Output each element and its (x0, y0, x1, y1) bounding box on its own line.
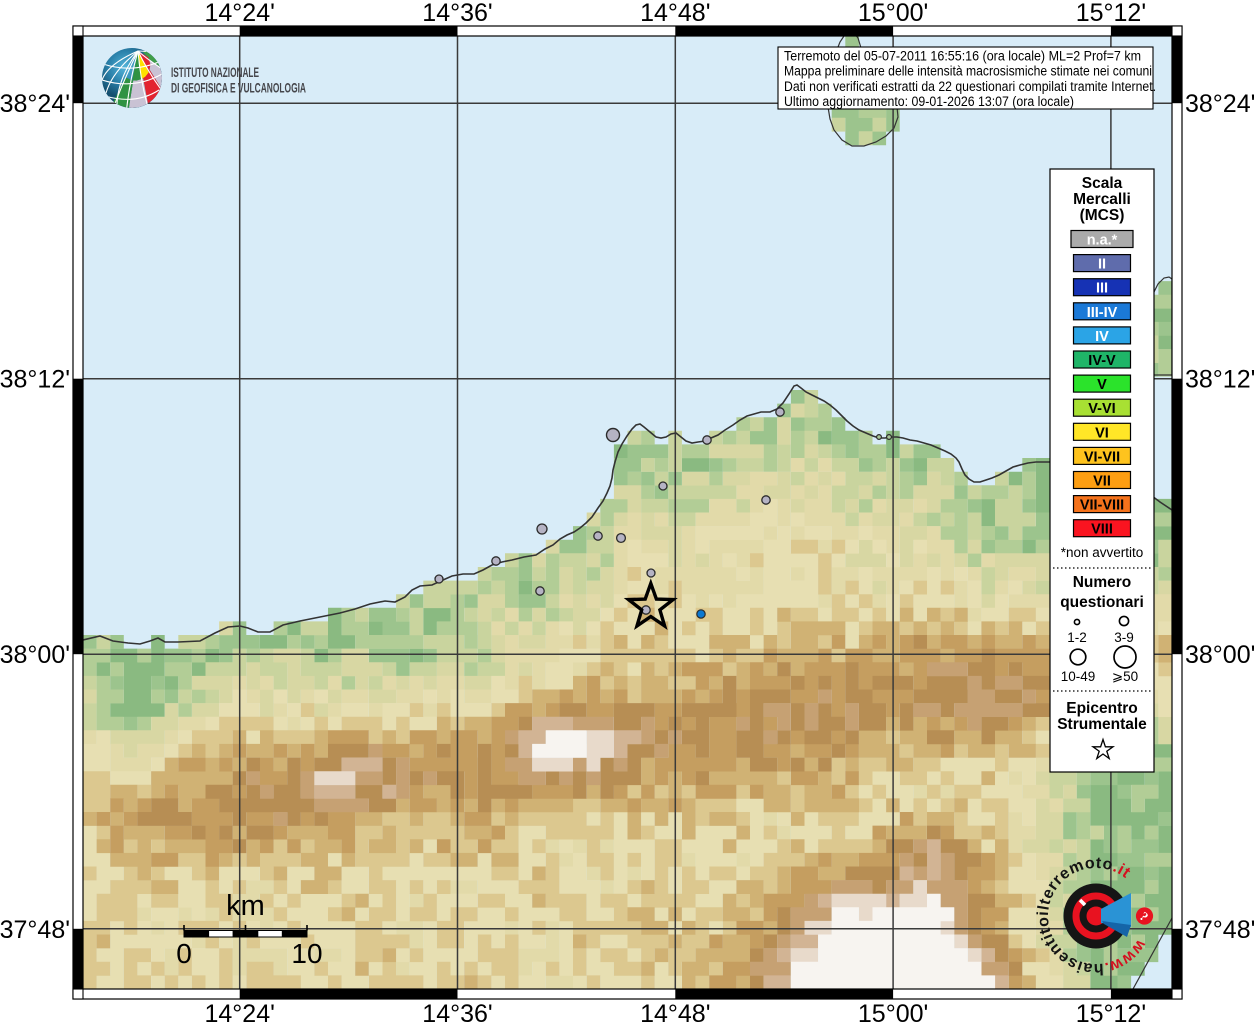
svg-text:(MCS): (MCS) (1080, 207, 1125, 224)
svg-text:38°24': 38°24' (0, 90, 70, 118)
svg-text:37°48': 37°48' (0, 916, 70, 944)
svg-text:ISTITUTO NAZIONALE: ISTITUTO NAZIONALE (171, 64, 259, 80)
svg-text:⩾50: ⩾50 (1112, 669, 1138, 684)
svg-text:DI GEOFISICA E VULCANOLOGIA: DI GEOFISICA E VULCANOLOGIA (171, 80, 306, 96)
svg-text:14°36': 14°36' (422, 1000, 492, 1024)
svg-text:38°12': 38°12' (0, 366, 70, 394)
svg-text:15°00': 15°00' (858, 0, 928, 27)
svg-text:IV-V: IV-V (1088, 353, 1116, 369)
svg-text:3-9: 3-9 (1114, 630, 1134, 645)
svg-text:14°24': 14°24' (205, 1000, 275, 1024)
svg-text:14°36': 14°36' (422, 0, 492, 27)
svg-text:10-49: 10-49 (1061, 669, 1096, 684)
svg-text:IV: IV (1095, 329, 1109, 345)
svg-text:Dati non verificati estratti d: Dati non verificati estratti da 22 quest… (784, 79, 1156, 94)
svg-text:15°12': 15°12' (1076, 1000, 1146, 1024)
svg-text:Numero: Numero (1073, 574, 1132, 591)
svg-text:14°48': 14°48' (640, 0, 710, 27)
svg-text:*non avvertito: *non avvertito (1061, 545, 1144, 560)
svg-text:14°48': 14°48' (640, 1000, 710, 1024)
svg-text:V-VI: V-VI (1088, 401, 1115, 417)
svg-text:questionari: questionari (1060, 594, 1144, 611)
svg-text:38°00': 38°00' (1185, 641, 1254, 669)
svg-text:Strumentale: Strumentale (1057, 716, 1147, 733)
svg-text:15°12': 15°12' (1076, 0, 1146, 27)
svg-text:37°48': 37°48' (1185, 916, 1254, 944)
svg-text:10: 10 (291, 938, 322, 969)
svg-text:Terremoto del 05-07-2011 16:55: Terremoto del 05-07-2011 16:55:16 (ora l… (784, 49, 1141, 64)
svg-text:V: V (1097, 377, 1107, 393)
svg-text:Mercalli: Mercalli (1073, 191, 1131, 208)
svg-text:Scala: Scala (1082, 175, 1123, 192)
svg-text:15°00': 15°00' (858, 1000, 928, 1024)
svg-text:Epicentro: Epicentro (1066, 700, 1137, 717)
svg-text:VII: VII (1093, 474, 1111, 490)
svg-text:Ultimo aggiornamento: 09-01-20: Ultimo aggiornamento: 09-01-2026 13:07 (… (784, 94, 1074, 109)
svg-text:38°24': 38°24' (1185, 90, 1254, 118)
svg-text:III: III (1096, 281, 1108, 297)
svg-text:0: 0 (176, 938, 192, 969)
svg-text:1-2: 1-2 (1067, 630, 1087, 645)
svg-text:VI: VI (1095, 425, 1109, 441)
svg-text:38°00': 38°00' (0, 641, 70, 669)
svg-text:VIII: VIII (1091, 522, 1113, 538)
svg-text:km: km (226, 890, 265, 922)
svg-text:14°24': 14°24' (205, 0, 275, 27)
svg-text:n.a.*: n.a.* (1087, 233, 1118, 249)
svg-text:VII-VIII: VII-VIII (1080, 498, 1124, 514)
svg-text:II: II (1098, 257, 1106, 273)
svg-text:VI-VII: VI-VII (1084, 449, 1120, 465)
svg-text:38°12': 38°12' (1185, 366, 1254, 394)
svg-text:III-IV: III-IV (1087, 305, 1118, 321)
svg-text:Mappa preliminare delle intens: Mappa preliminare delle intensità macros… (784, 64, 1152, 79)
